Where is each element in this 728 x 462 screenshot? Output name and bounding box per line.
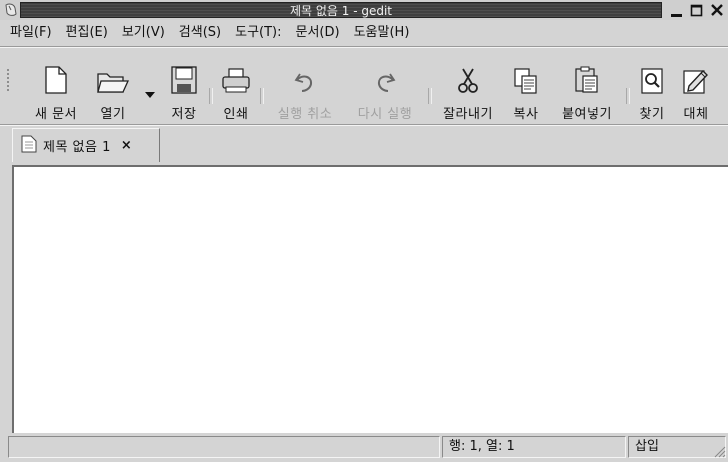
- cut-scissors-icon: [457, 48, 479, 94]
- mouse-icon[interactable]: [3, 2, 19, 18]
- cut-button[interactable]: 잘라내기: [436, 48, 500, 124]
- save-floppy-icon: [171, 48, 197, 94]
- menu-edit[interactable]: 편집(E): [59, 21, 115, 45]
- paste-button[interactable]: 붙여넣기: [552, 48, 622, 124]
- find-button[interactable]: 찾기: [632, 48, 672, 124]
- document-tabs: 제목 없음 1 ×: [0, 124, 728, 164]
- printer-icon: [222, 48, 250, 94]
- resize-grip-icon[interactable]: [712, 444, 726, 458]
- document-icon: [21, 135, 37, 157]
- open-folder-icon: [97, 48, 129, 94]
- find-label: 찾기: [639, 107, 665, 122]
- print-button[interactable]: 인쇄: [214, 48, 258, 124]
- open-label: 열기: [100, 107, 126, 122]
- new-document-button[interactable]: 새 문서: [22, 48, 90, 124]
- status-message: [8, 436, 440, 458]
- window-title: 제목 없음 1 - gedit: [289, 4, 393, 18]
- paste-label: 붙여넣기: [562, 107, 612, 122]
- toolbar: 새 문서 열기 저장 인쇄 실행 취소 다시 실행 잘라내기 복사 붙여넣기 찾…: [0, 48, 728, 124]
- redo-button[interactable]: 다시 실행: [348, 48, 422, 124]
- status-bar: 행: 1, 열: 1 삽입: [0, 434, 728, 460]
- menu-file[interactable]: 파일(F): [0, 21, 59, 45]
- cursor-position: 행: 1, 열: 1: [442, 436, 626, 458]
- menu-view[interactable]: 보기(V): [115, 21, 172, 45]
- minimize-icon[interactable]: [668, 1, 686, 19]
- menu-documents[interactable]: 문서(D): [289, 21, 347, 45]
- toolbar-separator: [209, 88, 213, 104]
- save-button[interactable]: 저장: [162, 48, 206, 124]
- new-document-icon: [45, 48, 67, 94]
- title-strip[interactable]: 제목 없음 1 - gedit: [20, 2, 662, 18]
- toolbar-separator: [626, 88, 630, 104]
- save-label: 저장: [171, 107, 197, 122]
- menu-bar: 파일(F) 편집(E) 보기(V) 검색(S) 도구(T): 문서(D) 도움말…: [0, 21, 728, 45]
- toolbar-separator: [428, 88, 432, 104]
- paste-icon: [575, 48, 599, 94]
- cursor-position-text: 행: 1, 열: 1: [449, 439, 515, 454]
- undo-button[interactable]: 실행 취소: [268, 48, 342, 124]
- replace-button[interactable]: 대체: [674, 48, 718, 124]
- undo-label: 실행 취소: [277, 107, 333, 122]
- open-recent-dropdown[interactable]: [144, 88, 156, 98]
- menu-tools[interactable]: 도구(T):: [228, 21, 288, 45]
- toolbar-separator: [260, 88, 264, 104]
- find-icon: [641, 48, 663, 94]
- replace-icon: [683, 48, 709, 94]
- text-editor-area[interactable]: [12, 165, 728, 433]
- tab-untitled-1[interactable]: 제목 없음 1 ×: [12, 128, 160, 162]
- close-icon[interactable]: [708, 1, 726, 19]
- maximize-icon[interactable]: [688, 1, 706, 19]
- print-label: 인쇄: [223, 107, 249, 122]
- open-button[interactable]: 열기: [88, 48, 138, 124]
- redo-icon: [374, 48, 396, 94]
- tab-close-icon[interactable]: ×: [121, 138, 132, 153]
- replace-label: 대체: [683, 107, 709, 122]
- status-message-text: [9, 439, 15, 454]
- copy-icon: [514, 48, 538, 94]
- toolbar-grip[interactable]: [6, 68, 10, 92]
- copy-label: 복사: [513, 107, 539, 122]
- menu-help[interactable]: 도움말(H): [347, 21, 417, 45]
- undo-icon: [294, 48, 316, 94]
- cut-label: 잘라내기: [443, 107, 493, 122]
- insert-mode-text: 삽입: [635, 439, 659, 454]
- new-document-label: 새 문서: [34, 107, 77, 122]
- menu-search[interactable]: 검색(S): [172, 21, 228, 45]
- tab-label: 제목 없음 1: [43, 140, 111, 155]
- title-bar: 제목 없음 1 - gedit: [0, 0, 728, 20]
- redo-label: 다시 실행: [357, 107, 413, 122]
- copy-button[interactable]: 복사: [504, 48, 548, 124]
